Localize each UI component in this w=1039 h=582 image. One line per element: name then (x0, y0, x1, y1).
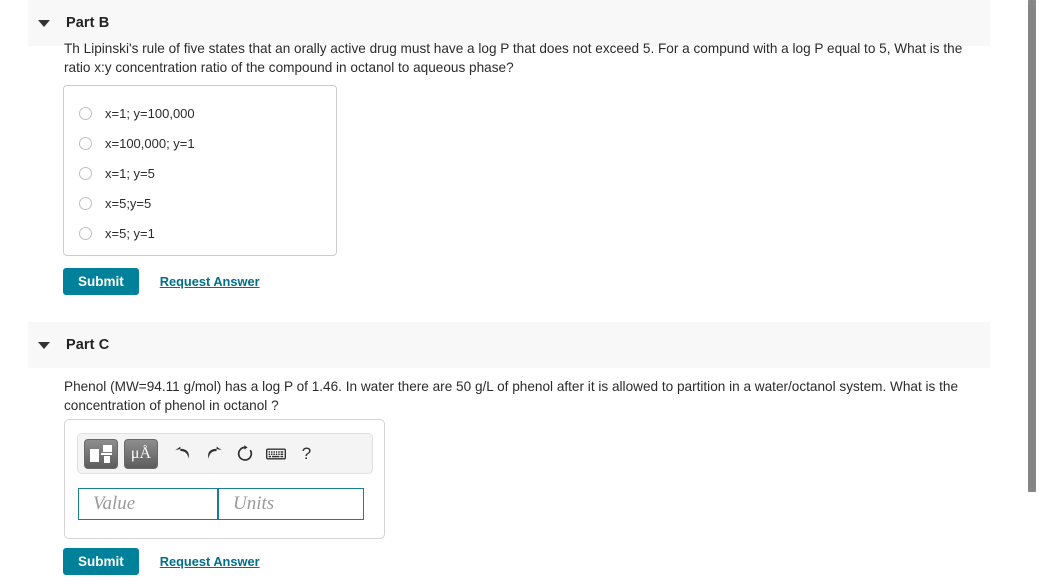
radio-button-icon[interactable] (79, 226, 92, 240)
submit-row-b: Submit Request Answer (63, 268, 260, 295)
choice-option-4[interactable]: x=5;y=5 (79, 194, 151, 212)
units-input[interactable] (218, 488, 364, 520)
answer-entry-box: μÅ ? Value Units (64, 419, 385, 539)
answer-fields (78, 488, 364, 520)
micro-angstrom-icon: μÅ (130, 444, 152, 462)
part-title: Part C (66, 337, 110, 353)
redo-button[interactable] (198, 439, 229, 469)
choice-label: x=1; y=5 (105, 165, 155, 181)
radio-button-icon[interactable] (79, 166, 92, 180)
radio-button-icon[interactable] (79, 196, 92, 210)
choice-label: x=5; y=1 (105, 225, 155, 241)
undo-arrow-icon (174, 446, 189, 459)
radio-button-icon[interactable] (79, 106, 92, 120)
caret-down-icon[interactable] (38, 341, 50, 349)
submit-button[interactable]: Submit (63, 548, 139, 575)
template-fraction-icon (90, 444, 112, 463)
caret-down-icon[interactable] (38, 19, 50, 27)
question-text-b: Th Lipinski's rule of five states that a… (64, 41, 963, 75)
choice-option-2[interactable]: x=100,000; y=1 (79, 134, 195, 152)
question-page: Part B Th Lipinski's rule of five states… (0, 0, 1026, 582)
reset-circular-arrow-icon (237, 444, 252, 461)
vertical-scrollbar[interactable] (1024, 0, 1039, 582)
help-button[interactable]: ? (291, 439, 322, 469)
submit-button[interactable]: Submit (63, 268, 139, 295)
question-text-c: Phenol (MW=94.11 g/mol) has a log P of 1… (64, 379, 959, 413)
choice-label: x=5;y=5 (105, 195, 152, 211)
units-symbol-button[interactable]: μÅ (124, 438, 158, 469)
request-answer-link[interactable]: Request Answer (160, 554, 260, 569)
choice-option-3[interactable]: x=1; y=5 (79, 164, 155, 182)
reset-button[interactable] (229, 439, 260, 469)
part-header-c[interactable]: Part C (28, 322, 990, 368)
radio-button-icon[interactable] (79, 136, 92, 150)
undo-button[interactable] (167, 439, 198, 469)
keyboard-icon (265, 448, 286, 459)
value-input[interactable] (78, 488, 218, 520)
answer-toolbar: μÅ ? (77, 433, 373, 474)
choice-label: x=1; y=100,000 (105, 105, 195, 121)
choice-label: x=100,000; y=1 (105, 135, 195, 151)
template-fraction-button[interactable] (84, 438, 118, 469)
part-title: Part B (66, 15, 110, 31)
redo-arrow-icon (207, 446, 222, 459)
scrollbar-thumb[interactable] (1028, 0, 1036, 492)
keyboard-button[interactable] (260, 439, 291, 469)
multiple-choice-box: x=1; y=100,000 x=100,000; y=1 x=1; y=5 x… (63, 85, 337, 256)
question-mark-icon: ? (301, 444, 312, 463)
choice-option-1[interactable]: x=1; y=100,000 (79, 104, 195, 122)
request-answer-link[interactable]: Request Answer (160, 274, 260, 289)
choice-option-5[interactable]: x=5; y=1 (79, 224, 155, 242)
submit-row-c: Submit Request Answer (63, 548, 260, 575)
